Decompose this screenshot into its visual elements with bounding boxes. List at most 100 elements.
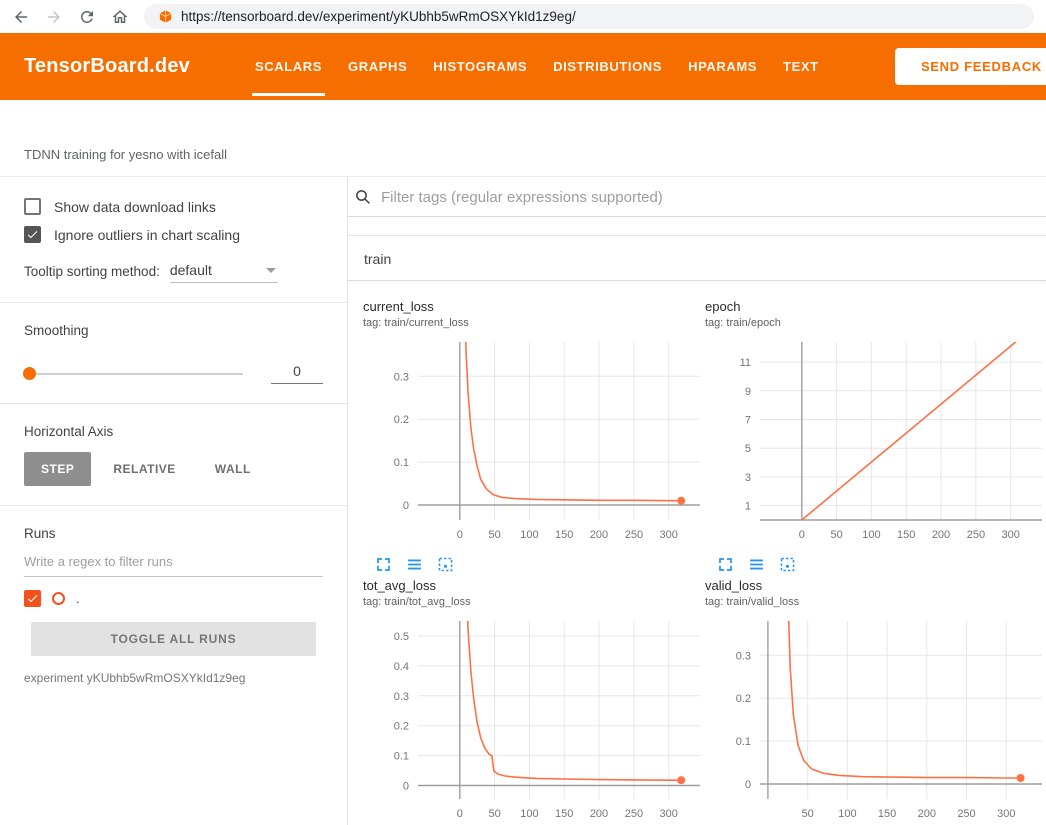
svg-text:50: 50	[830, 529, 842, 541]
back-icon[interactable]	[12, 8, 30, 26]
scalar-line-chart[interactable]: 05010015020025030000.10.20.3	[363, 334, 700, 551]
forward-icon[interactable]	[45, 8, 63, 26]
scalar-line-chart[interactable]: 0501001502002503001357911	[705, 334, 1042, 551]
show-download-links-label: Show data download links	[54, 199, 216, 215]
send-feedback-button[interactable]: SEND FEEDBACK	[895, 48, 1046, 85]
chart-toolbar	[363, 556, 700, 573]
ignore-outliers-checkbox[interactable]: Ignore outliers in chart scaling	[24, 226, 323, 243]
expand-chart-icon[interactable]	[717, 556, 734, 573]
chevron-down-icon	[266, 268, 276, 273]
settings-sidebar: Show data download links Ignore outliers…	[0, 177, 348, 825]
svg-text:0.2: 0.2	[736, 693, 751, 705]
url-text: https://tensorboard.dev/experiment/yKUbh…	[181, 9, 576, 24]
toggle-all-runs-button[interactable]: TOGGLE ALL RUNS	[31, 622, 316, 656]
run-checkbox-icon[interactable]	[24, 590, 41, 607]
group-header-train[interactable]: train	[348, 236, 1046, 281]
search-icon	[354, 188, 372, 206]
scalar-line-chart[interactable]: 05010015020025030000.10.20.30.40.5	[363, 613, 700, 825]
tooltip-sorting-value: default	[170, 262, 212, 278]
axis-step-button[interactable]: STEP	[24, 452, 91, 486]
svg-text:7: 7	[745, 415, 751, 427]
svg-text:100: 100	[838, 808, 856, 820]
checkbox-unchecked-icon[interactable]	[24, 198, 41, 215]
slider-thumb[interactable]	[23, 367, 36, 380]
smoothing-value[interactable]: 0	[271, 363, 323, 384]
scalar-line-chart[interactable]: 5010015020025030000.10.20.3	[705, 613, 1042, 825]
svg-text:0: 0	[745, 779, 751, 791]
svg-text:250: 250	[957, 808, 975, 820]
chart-title: valid_loss	[705, 577, 1042, 595]
home-icon[interactable]	[111, 8, 129, 26]
chart-current-loss: current_loss tag: train/current_loss 050…	[363, 298, 700, 573]
fit-domain-icon[interactable]	[779, 556, 796, 573]
tag-filter-input[interactable]	[381, 189, 1038, 206]
svg-text:250: 250	[625, 808, 643, 820]
horizontal-axis-toggle: STEP RELATIVE WALL	[24, 452, 323, 486]
app-header: TensorBoard.dev SCALARS GRAPHS HISTOGRAM…	[0, 33, 1046, 100]
view-data-icon[interactable]	[748, 556, 765, 573]
run-name: .	[76, 591, 80, 606]
svg-text:0: 0	[799, 529, 805, 541]
tab-distributions[interactable]: DISTRIBUTIONS	[540, 33, 675, 100]
chart-epoch: epoch tag: train/epoch 05010015020025030…	[705, 298, 1042, 573]
scalars-dashboard: train current_loss tag: train/current_lo…	[348, 177, 1046, 825]
svg-text:50: 50	[488, 808, 500, 820]
experiment-subheader: TDNN training for yesno with icefall	[0, 100, 1046, 177]
svg-text:0.1: 0.1	[394, 751, 409, 763]
charts-grid: current_loss tag: train/current_loss 050…	[348, 281, 1046, 825]
svg-text:200: 200	[932, 529, 950, 541]
refresh-icon[interactable]	[78, 8, 96, 26]
axis-wall-button[interactable]: WALL	[198, 452, 268, 486]
svg-text:300: 300	[660, 808, 678, 820]
svg-text:200: 200	[918, 808, 936, 820]
tab-hparams[interactable]: HPARAMS	[675, 33, 770, 100]
tab-scalars[interactable]: SCALARS	[242, 33, 335, 100]
svg-text:300: 300	[660, 529, 678, 541]
svg-text:100: 100	[520, 808, 538, 820]
svg-text:150: 150	[555, 808, 573, 820]
tab-text[interactable]: TEXT	[770, 33, 832, 100]
view-data-icon[interactable]	[406, 556, 423, 573]
run-color-swatch-icon[interactable]	[52, 592, 65, 605]
svg-text:250: 250	[625, 529, 643, 541]
svg-text:0.1: 0.1	[736, 736, 751, 748]
tooltip-sorting-dropdown[interactable]: default	[170, 262, 278, 283]
experiment-description: TDNN training for yesno with icefall	[24, 147, 227, 162]
chart-tag: tag: train/valid_loss	[705, 595, 1042, 610]
expand-chart-icon[interactable]	[375, 556, 392, 573]
smoothing-slider[interactable]	[24, 373, 243, 375]
divider	[0, 403, 347, 404]
divider	[0, 302, 347, 303]
url-bar[interactable]: https://tensorboard.dev/experiment/yKUbh…	[144, 4, 1034, 29]
chart-title: current_loss	[363, 298, 700, 316]
chart-title: epoch	[705, 298, 1042, 316]
fit-domain-icon[interactable]	[437, 556, 454, 573]
chart-title: tot_avg_loss	[363, 577, 700, 595]
tooltip-sorting-label: Tooltip sorting method:	[24, 264, 160, 283]
show-download-links-checkbox[interactable]: Show data download links	[24, 198, 323, 215]
run-row[interactable]: .	[24, 590, 323, 607]
svg-text:200: 200	[590, 808, 608, 820]
axis-relative-button[interactable]: RELATIVE	[96, 452, 192, 486]
tab-graphs[interactable]: GRAPHS	[335, 33, 420, 100]
runs-filter-input[interactable]	[24, 547, 323, 577]
svg-text:50: 50	[802, 808, 814, 820]
svg-text:11: 11	[740, 357, 751, 369]
brand-logo[interactable]: TensorBoard.dev	[24, 55, 190, 78]
chart-toolbar	[705, 556, 1042, 573]
chart-valid-loss: valid_loss tag: train/valid_loss 50 100 15…	[705, 577, 1042, 825]
checkbox-checked-icon[interactable]	[24, 226, 41, 243]
svg-text:0: 0	[403, 500, 409, 512]
horizontal-axis-label: Horizontal Axis	[24, 424, 323, 439]
svg-text:150: 150	[878, 808, 896, 820]
svg-text:9: 9	[745, 386, 751, 398]
ignore-outliers-label: Ignore outliers in chart scaling	[54, 227, 240, 243]
svg-text:0: 0	[457, 808, 463, 820]
divider	[0, 505, 347, 506]
svg-text:100: 100	[862, 529, 880, 541]
tab-histograms[interactable]: HISTOGRAMS	[420, 33, 540, 100]
train-group-card: train current_loss tag: train/current_lo…	[348, 235, 1046, 825]
svg-text:0.2: 0.2	[394, 414, 409, 426]
svg-text:0.5: 0.5	[394, 631, 409, 643]
svg-text:150: 150	[897, 529, 915, 541]
